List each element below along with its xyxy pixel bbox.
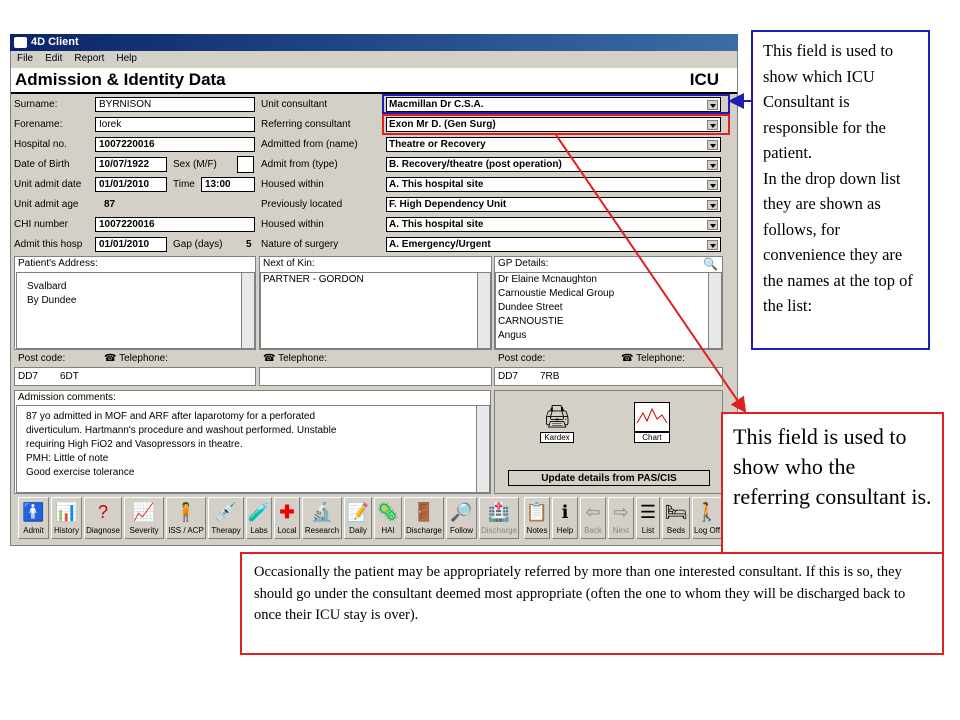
red-arrow — [555, 134, 747, 414]
callout-arrows — [555, 93, 751, 414]
